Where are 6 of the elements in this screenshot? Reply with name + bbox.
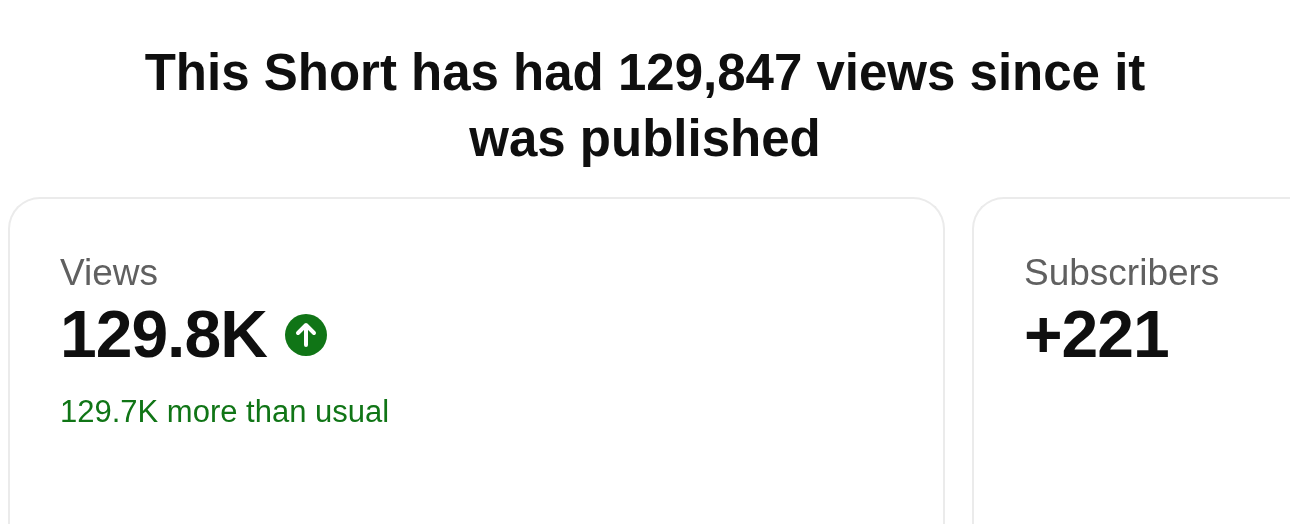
stat-label: Views (60, 251, 160, 295)
change-note: 129.7K more than usual (60, 392, 391, 431)
stat-label: Subscribers (1024, 251, 1221, 295)
stat-value: 129.8K (60, 296, 267, 374)
stat-value: +221 (1024, 296, 1169, 374)
page-title: This Short has had 129,847 views since it was published (143, 43, 1147, 169)
